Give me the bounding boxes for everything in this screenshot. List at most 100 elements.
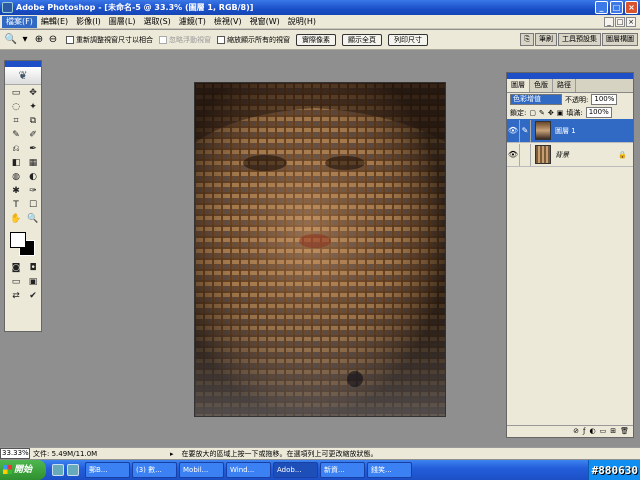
eye-icon[interactable]: 👁: [507, 126, 519, 135]
watermark: #880630: [591, 464, 638, 477]
layer-name: 圖層 1: [555, 126, 576, 135]
lock-pixels-icon[interactable]: ✎: [539, 109, 545, 117]
new-layer-icon[interactable]: ⊞: [610, 426, 616, 437]
taskbar-item[interactable]: (3) 數...: [132, 462, 177, 478]
menu-window[interactable]: 視窗(W): [246, 16, 284, 28]
slice-tool-icon[interactable]: ⧉: [25, 115, 41, 128]
quicklaunch-ie-icon[interactable]: [67, 464, 79, 476]
standard-mode-icon[interactable]: ◙: [8, 262, 24, 275]
taskbar-item[interactable]: Wind...: [226, 462, 271, 478]
document-canvas[interactable]: [194, 82, 446, 417]
well-tab-layer-comps[interactable]: 圖層構圖: [602, 33, 638, 46]
blend-mode-select[interactable]: 色彩增值: [510, 94, 562, 105]
link-layers-icon[interactable]: ⊘: [573, 426, 579, 437]
layer-row-1[interactable]: 👁 ✎ 圖層 1: [507, 119, 633, 143]
layer-row-background[interactable]: 👁 背景 🔒: [507, 143, 633, 167]
doc-close-button[interactable]: ×: [626, 16, 636, 27]
close-button[interactable]: ×: [625, 1, 638, 14]
jump-to-imageready-icon[interactable]: ⇄: [8, 290, 24, 303]
foreground-color-swatch[interactable]: [10, 232, 26, 248]
move-tool-icon[interactable]: ✥: [25, 87, 41, 100]
history-brush-tool-icon[interactable]: ✒: [25, 143, 41, 156]
link-slot-icon[interactable]: [519, 143, 531, 166]
window-title: Adobe Photoshop - [未命名-5 @ 33.3% (圖層 1, …: [16, 3, 254, 12]
doc-minimize-button[interactable]: _: [604, 16, 614, 27]
blur-tool-icon[interactable]: ◍: [8, 171, 24, 184]
gradient-tool-icon[interactable]: ▦: [25, 157, 41, 170]
menu-layer[interactable]: 圖層(L): [105, 16, 140, 28]
well-tab-tool-presets[interactable]: 工具預設集: [558, 33, 601, 46]
lasso-tool-icon[interactable]: ◌: [8, 101, 24, 114]
lock-position-icon[interactable]: ✥: [548, 109, 554, 117]
lock-all-icon[interactable]: ▣: [557, 109, 564, 117]
zoom-level-input[interactable]: 33.33%: [0, 448, 30, 459]
taskbar-item[interactable]: 新資...: [320, 462, 365, 478]
menu-image[interactable]: 影像(I): [72, 16, 105, 28]
menu-select[interactable]: 選取(S): [139, 16, 174, 28]
zoom-tool-icon-box[interactable]: 🔍: [25, 213, 41, 226]
resize-windows-label: 重新調整視窗尺寸以相合: [76, 35, 153, 44]
taskbar-item[interactable]: Mobil...: [179, 462, 224, 478]
zoom-in-icon[interactable]: ⊕: [32, 33, 46, 47]
menu-filter[interactable]: 濾鏡(T): [175, 16, 210, 28]
menu-help[interactable]: 說明(H): [284, 16, 320, 28]
window-title-bar: Adobe Photoshop - [未命名-5 @ 33.3% (圖層 1, …: [0, 0, 640, 15]
tab-paths[interactable]: 路徑: [553, 79, 576, 92]
crop-tool-icon[interactable]: ⌗: [8, 115, 24, 128]
shape-tool-icon[interactable]: ☐: [25, 199, 41, 212]
new-group-icon[interactable]: ▭: [600, 426, 607, 437]
marquee-tool-icon[interactable]: ▭: [8, 87, 24, 100]
screen-mode-standard-icon[interactable]: ▭: [8, 276, 24, 289]
zoom-out-icon[interactable]: ⊖: [46, 33, 60, 47]
path-selection-tool-icon[interactable]: ✱: [8, 185, 24, 198]
hand-tool-icon[interactable]: ✋: [8, 213, 24, 226]
resize-windows-checkbox[interactable]: [66, 35, 74, 44]
taskbar-item-photoshop[interactable]: Adob...: [273, 462, 318, 478]
magic-wand-tool-icon[interactable]: ✦: [25, 101, 41, 114]
actual-pixels-button[interactable]: 實際像素: [296, 33, 336, 46]
print-size-button[interactable]: 列印尺寸: [388, 33, 428, 46]
menu-edit[interactable]: 編輯(E): [37, 16, 72, 28]
ignore-palettes-checkbox[interactable]: [159, 35, 167, 44]
doc-restore-button[interactable]: □: [615, 16, 625, 27]
maximize-button[interactable]: □: [610, 1, 623, 14]
menu-view[interactable]: 檢視(V): [210, 16, 246, 28]
delete-layer-icon[interactable]: 🗑: [620, 426, 629, 437]
document-size[interactable]: 文件: 5.49M/11.0M: [30, 449, 170, 459]
tab-channels[interactable]: 色版: [530, 79, 553, 92]
clone-stamp-tool-icon[interactable]: ⎌: [8, 143, 24, 156]
quick-mask-mode-icon[interactable]: ◘: [25, 262, 41, 275]
start-button[interactable]: 開始: [0, 460, 46, 480]
zoom-all-checkbox[interactable]: [217, 35, 225, 44]
eraser-tool-icon[interactable]: ◧: [8, 157, 24, 170]
type-tool-icon[interactable]: T: [8, 199, 24, 212]
taskbar-item[interactable]: 錢笑...: [367, 462, 412, 478]
taskbar-item[interactable]: 郵B...: [85, 462, 130, 478]
brush-link-icon[interactable]: ✎: [519, 119, 531, 142]
lock-transparency-icon[interactable]: ▢: [529, 109, 536, 117]
fill-input[interactable]: 100%: [585, 107, 612, 118]
eye-icon[interactable]: 👁: [507, 150, 519, 159]
menu-file[interactable]: 檔案(F): [2, 15, 37, 28]
tab-layers[interactable]: 圖層: [507, 79, 530, 92]
lock-label: 鎖定:: [510, 108, 527, 117]
palette-well-icon[interactable]: ⎘: [520, 33, 534, 46]
zoom-tool-icon[interactable]: 🔍: [4, 33, 18, 47]
healing-brush-tool-icon[interactable]: ✎: [8, 129, 24, 142]
dodge-tool-icon[interactable]: ◐: [25, 171, 41, 184]
adjustment-layer-icon[interactable]: ◐: [590, 426, 596, 437]
minimize-button[interactable]: _: [595, 1, 608, 14]
menu-bar: 檔案(F) 編輯(E) 影像(I) 圖層(L) 選取(S) 濾鏡(T) 檢視(V…: [0, 15, 640, 29]
fit-screen-button[interactable]: 顯示全頁: [342, 33, 382, 46]
pen-tool-icon[interactable]: ✑: [25, 185, 41, 198]
feather-logo-icon[interactable]: ❦: [5, 67, 41, 85]
layers-footer: ⊘ ƒ ◐ ▭ ⊞ 🗑: [507, 425, 633, 437]
opacity-input[interactable]: 100%: [591, 94, 618, 105]
brush-tool-icon[interactable]: ✐: [25, 129, 41, 142]
layer-style-icon[interactable]: ƒ: [583, 426, 585, 437]
well-tab-brushes[interactable]: 筆刷: [535, 33, 557, 46]
zoom-preset-dropdown-icon[interactable]: ▾: [18, 33, 32, 47]
commit-icon[interactable]: ✔: [25, 290, 41, 303]
quicklaunch-desktop-icon[interactable]: [52, 464, 64, 476]
screen-mode-full-icon[interactable]: ▣: [25, 276, 41, 289]
